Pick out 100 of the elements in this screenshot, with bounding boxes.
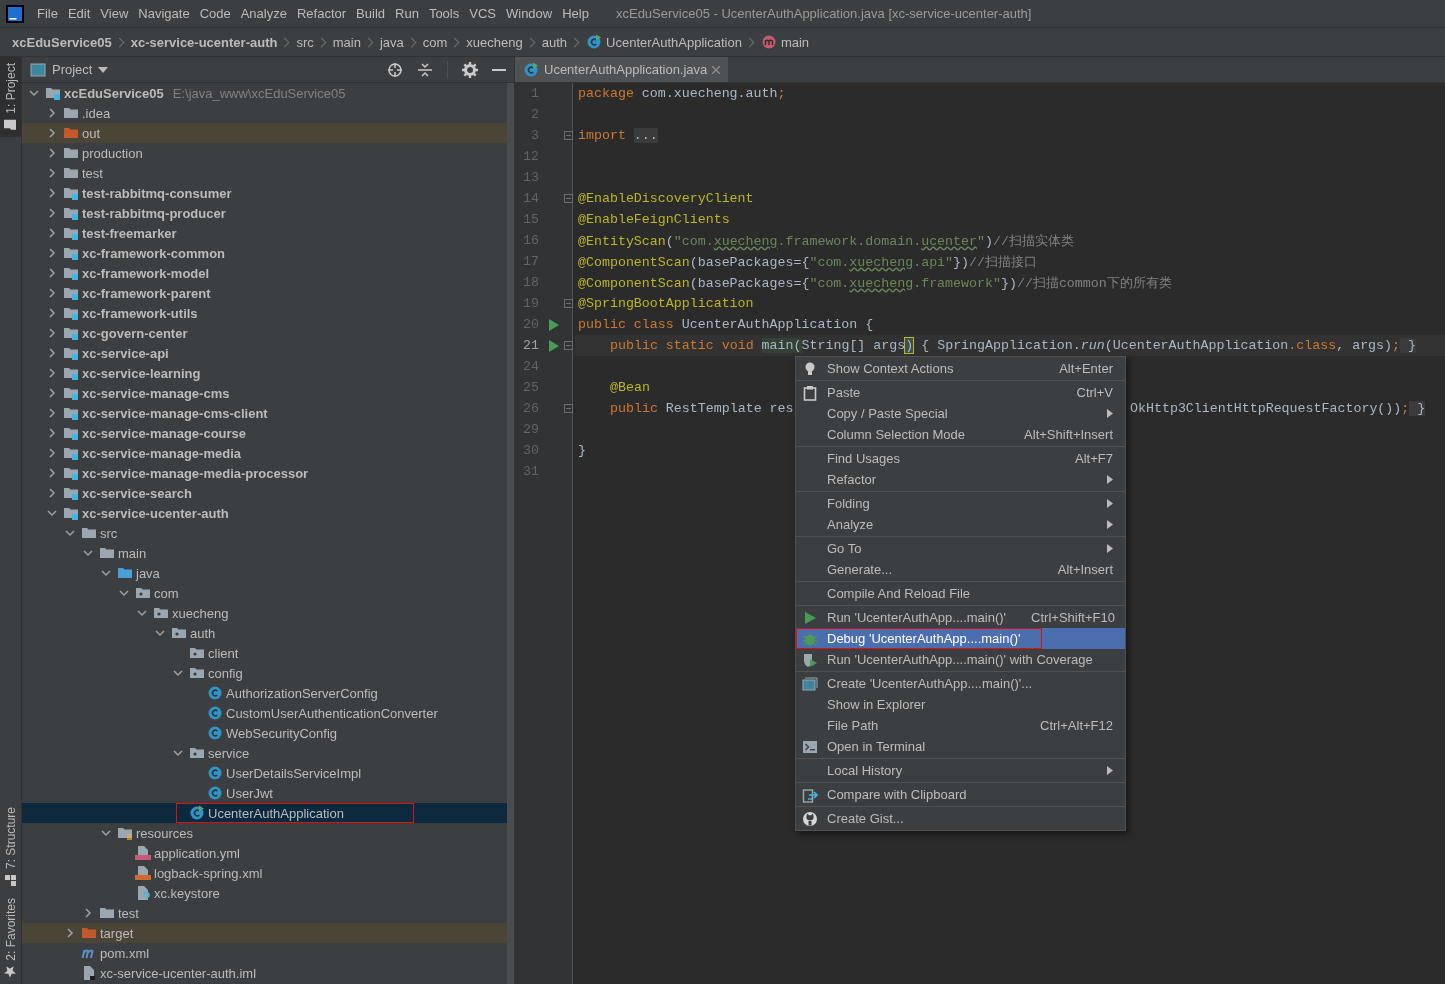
editor-tab[interactable]: UcenterAuthApplication.java	[515, 57, 729, 82]
menu-item[interactable]: Compile And Reload File	[796, 583, 1125, 604]
tree-item[interactable]: test-freemarker	[22, 223, 507, 243]
menu-item[interactable]: Compare with Clipboard	[796, 784, 1125, 805]
menu-item[interactable]: File Path Ctrl+Alt+F12	[796, 715, 1125, 736]
menu-item[interactable]: Run 'UcenterAuthApp....main()' Ctrl+Shift+F10	[796, 607, 1125, 628]
tree-item[interactable]: UserJwt	[22, 783, 507, 803]
menu-item[interactable]: File	[32, 6, 63, 21]
tree-item[interactable]: main	[22, 543, 507, 563]
tree-item[interactable]: xc-framework-model	[22, 263, 507, 283]
tree-item[interactable]: java	[22, 563, 507, 583]
menu-item[interactable]: Show in Explorer	[796, 694, 1125, 715]
menu-item[interactable]: Code	[194, 6, 236, 21]
menu-item[interactable]: Column Selection Mode Alt+Shift+Insert	[796, 424, 1125, 445]
tree-item[interactable]: client	[22, 643, 507, 663]
menu-item[interactable]: Build	[351, 6, 390, 21]
menu-item[interactable]: Go To	[796, 538, 1125, 559]
tool-window-tab[interactable]: 2: Favorites	[0, 892, 21, 984]
tree-item[interactable]: xc-govern-center	[22, 323, 507, 343]
scrollbar-thumb[interactable]	[507, 83, 514, 984]
panel-title[interactable]: Project	[52, 62, 93, 77]
tree-item[interactable]: xc.keystore	[22, 883, 507, 903]
menu-item[interactable]: Create Gist...	[796, 808, 1125, 829]
breadcrumb-item[interactable]: main	[332, 34, 361, 50]
breadcrumb-item[interactable]: xc-service-ucenter-auth	[130, 34, 278, 50]
tree-item[interactable]: xc-service-manage-media-processor	[22, 463, 507, 483]
tree-item[interactable]: xc-service-manage-cms	[22, 383, 507, 403]
menu-item[interactable]: Create 'UcenterAuthApp....main()'...	[796, 673, 1125, 694]
tree-item[interactable]: config	[22, 663, 507, 683]
fold-marker-icon[interactable]	[563, 299, 573, 308]
menu-item[interactable]: Window	[500, 6, 558, 21]
breadcrumb-item[interactable]: src	[296, 34, 314, 50]
breadcrumb-item[interactable]: xuecheng	[466, 34, 523, 50]
tree-item[interactable]: xuecheng	[22, 603, 507, 623]
breadcrumb-item[interactable]: java	[379, 34, 404, 50]
tree-item[interactable]: .idea	[22, 103, 507, 123]
menu-item[interactable]: Copy / Paste Special	[796, 403, 1125, 424]
tree-item[interactable]: auth	[22, 623, 507, 643]
menu-item[interactable]: VCS	[464, 6, 501, 21]
tree-item[interactable]: xc-service-manage-cms-client	[22, 403, 507, 423]
menu-item[interactable]: Edit	[62, 6, 96, 21]
tree-item[interactable]: xc-framework-parent	[22, 283, 507, 303]
fold-marker-icon[interactable]	[563, 194, 573, 203]
tree-item[interactable]: test-rabbitmq-producer	[22, 203, 507, 223]
close-icon[interactable]	[712, 65, 721, 74]
settings-icon[interactable]	[462, 61, 478, 78]
tree-item[interactable]: com	[22, 583, 507, 603]
tree-item[interactable]: src	[22, 523, 507, 543]
crosshair-icon[interactable]	[387, 61, 403, 78]
tree-item[interactable]: WebSecurityConfig	[22, 723, 507, 743]
tree-item[interactable]: xc-service-ucenter-auth.iml	[22, 963, 507, 983]
tree-item[interactable]: service	[22, 743, 507, 763]
tree-item[interactable]: xc-framework-utils	[22, 303, 507, 323]
tree-item[interactable]: out	[22, 123, 507, 143]
breadcrumb-item[interactable]: xcEduService05	[12, 34, 112, 50]
breadcrumb-item[interactable]: com	[422, 34, 448, 50]
menu-item[interactable]: Generate... Alt+Insert	[796, 559, 1125, 580]
menu-item[interactable]: Refactor	[291, 6, 352, 21]
tree-item[interactable]: resources	[22, 823, 507, 843]
menu-item[interactable]: Open in Terminal	[796, 736, 1125, 757]
menu-item[interactable]: Local History	[796, 760, 1125, 781]
tree-item[interactable]: production	[22, 143, 507, 163]
tree-item[interactable]: xcEduService05 E:\java_www\xcEduService05	[22, 83, 507, 103]
tree-item[interactable]: test	[22, 163, 507, 183]
menu-item[interactable]: Folding	[796, 493, 1125, 514]
menu-item[interactable]: Paste Ctrl+V	[796, 382, 1125, 403]
breadcrumb-item[interactable]: main	[760, 34, 810, 50]
collapse-all-icon[interactable]	[417, 61, 433, 78]
menu-item[interactable]: Run 'UcenterAuthApp....main()' with Coverage	[796, 649, 1125, 670]
menu-item[interactable]: Find Usages Alt+F7	[796, 448, 1125, 469]
breadcrumb-item[interactable]: auth	[541, 34, 568, 50]
menu-item[interactable]: Help	[557, 6, 594, 21]
tree-item[interactable]: application.yml	[22, 843, 507, 863]
tree-item[interactable]: UserDetailsServiceImpl	[22, 763, 507, 783]
run-icon[interactable]	[549, 318, 559, 331]
tree-item[interactable]: xc-service-learning	[22, 363, 507, 383]
tree-item[interactable]: xc-framework-common	[22, 243, 507, 263]
dropdown-arrow-icon[interactable]	[98, 66, 109, 73]
menu-item[interactable]: Analyze	[796, 514, 1125, 535]
tree-item[interactable]: logback-spring.xml	[22, 863, 507, 883]
tree-item[interactable]: pom.xml	[22, 943, 507, 963]
menu-item[interactable]: Run	[390, 6, 424, 21]
tool-window-tab[interactable]: 1: Project	[0, 57, 21, 137]
breadcrumb-item[interactable]: UcenterAuthApplication	[586, 34, 742, 50]
menu-item[interactable]: Show Context Actions Alt+Enter	[796, 358, 1125, 379]
menu-item[interactable]: View	[95, 6, 134, 21]
fold-marker-icon[interactable]	[563, 131, 573, 140]
menu-item[interactable]: Analyze	[235, 6, 292, 21]
tool-window-tab[interactable]: 7: Structure	[0, 801, 21, 893]
tree-item[interactable]: CustomUserAuthenticationConverter	[22, 703, 507, 723]
tree-item[interactable]: UcenterAuthApplication	[22, 803, 507, 823]
run-icon[interactable]	[549, 339, 559, 352]
fold-marker-icon[interactable]	[563, 404, 573, 413]
tree-item[interactable]: test	[22, 903, 507, 923]
tree-item[interactable]: target	[22, 923, 507, 943]
tree-item[interactable]: xc-service-manage-media	[22, 443, 507, 463]
tree-item[interactable]: xc-service-search	[22, 483, 507, 503]
menu-item[interactable]: Refactor	[796, 469, 1125, 490]
tree-item[interactable]: AuthorizationServerConfig	[22, 683, 507, 703]
menu-item[interactable]: Debug 'UcenterAuthApp....main()'	[796, 628, 1125, 649]
